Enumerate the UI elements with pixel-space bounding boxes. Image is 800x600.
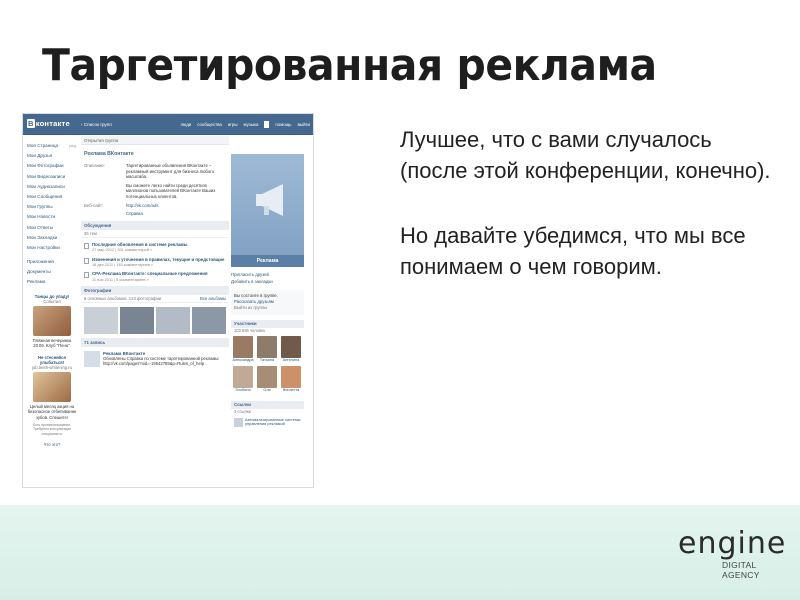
album-thumb[interactable] bbox=[192, 307, 226, 335]
album-thumb[interactable] bbox=[156, 307, 190, 335]
vk-header-bar: Вконтакте ‹ Список групп люди сообщества… bbox=[23, 114, 313, 135]
vk-right-column: Реклама Пригласить друзей Добавить в зак… bbox=[231, 154, 310, 427]
menu-groups[interactable]: Мои Группы bbox=[27, 202, 77, 212]
vk-main-column: Открытая группа Реклама ВКонтакте Описан… bbox=[81, 136, 229, 368]
member-card[interactable]: Виолетта bbox=[279, 365, 303, 393]
members-grid: Александра Татьяна Ангелина Злобина Оля … bbox=[231, 335, 304, 396]
nav-people[interactable]: люди bbox=[180, 122, 191, 128]
slide-title: Таргетированная реклама bbox=[42, 40, 657, 91]
photos-header[interactable]: Фотографии bbox=[81, 286, 229, 296]
menu-ads[interactable]: Реклама bbox=[27, 277, 77, 287]
menu-audio[interactable]: Мои Аудиозаписи bbox=[27, 182, 77, 192]
topic-icon bbox=[84, 242, 89, 249]
member-card[interactable]: Злобина bbox=[231, 365, 255, 393]
info-website: Веб-сайт: http://vk.com/ads bbox=[84, 203, 229, 209]
member-photo bbox=[233, 365, 253, 388]
photos-sub: 8 основных альбомов. 123 фотографии Все а… bbox=[81, 295, 229, 304]
ad-smile-photo bbox=[33, 371, 71, 402]
vk-top-nav: люди сообщества игры музыка помощь выйти bbox=[180, 121, 310, 128]
member-photo bbox=[281, 335, 301, 358]
vk-left-menu: Моя Страница ред. Мои Друзья Мои Фотограф… bbox=[27, 141, 77, 447]
group-poster: Реклама bbox=[231, 154, 304, 267]
group-name: Реклама ВКонтакте bbox=[84, 151, 134, 157]
discussions-header[interactable]: Обсуждения bbox=[81, 220, 229, 230]
link-item[interactable]: Автоматизированные системы управления ре… bbox=[234, 417, 310, 428]
website-link[interactable]: http://vk.com/ads bbox=[126, 203, 226, 209]
menu-apps[interactable]: Приложения bbox=[27, 257, 77, 267]
presentation-slide: Таргетированная реклама Лучшее, что с ва… bbox=[0, 0, 800, 600]
engine-logo: engine DIGITAL AGENCY bbox=[678, 528, 788, 583]
member-card[interactable]: Александра bbox=[231, 335, 255, 363]
add-bookmark-link[interactable]: Добавить в закладки bbox=[231, 279, 310, 286]
member-photo bbox=[257, 335, 277, 358]
ad-block-smile[interactable]: Не стесняйся улыбаться! job.teeth-whiten… bbox=[27, 355, 77, 436]
menu-photos[interactable]: Мои Фотографии bbox=[27, 161, 77, 171]
menu-settings[interactable]: Мои Настройки bbox=[27, 243, 77, 253]
menu-bookmarks[interactable]: Мои Закладки bbox=[27, 233, 77, 243]
ad-party-photo bbox=[33, 305, 71, 336]
vk-logo: Вконтакте bbox=[27, 119, 70, 128]
links-count: 3 ссылки bbox=[234, 408, 251, 414]
member-card[interactable]: Ангелина bbox=[279, 335, 303, 363]
membership-box: Вы состоите в группе. Рассказать друзьям… bbox=[231, 290, 304, 315]
post-avatar[interactable] bbox=[84, 351, 100, 368]
member-photo bbox=[257, 365, 277, 388]
logo-word: engine bbox=[678, 526, 787, 561]
poster-caption: Реклама bbox=[231, 255, 304, 267]
link-thumb-icon bbox=[234, 417, 243, 427]
topic-icon bbox=[84, 272, 89, 279]
topic-item[interactable]: Изменения и уточнения в правилах, текущи… bbox=[84, 257, 229, 268]
member-card[interactable]: Татьяна bbox=[255, 335, 279, 363]
body-paragraph-2: Но давайте убедимся, что мы все понимаем… bbox=[400, 223, 746, 279]
menu-videos[interactable]: Мои Видеозаписи bbox=[27, 172, 77, 182]
topic-icon bbox=[84, 257, 89, 264]
info-description: Описание: Таргетированные объявления ВКо… bbox=[84, 163, 216, 199]
photo-albums-row bbox=[84, 307, 226, 335]
album-thumb[interactable] bbox=[120, 307, 154, 335]
members-header[interactable]: Участники bbox=[231, 319, 304, 328]
leave-group-link[interactable]: Выйти из группы bbox=[234, 305, 301, 311]
logo-subtitle: DIGITAL AGENCY bbox=[722, 560, 760, 580]
help-row: Справка bbox=[84, 211, 229, 217]
menu-answers[interactable]: Мои Ответы bbox=[27, 223, 77, 233]
menu-my-page[interactable]: Моя Страница ред. bbox=[27, 141, 77, 151]
nav-logout[interactable]: выйти bbox=[298, 122, 310, 128]
discussions-count: 36 тем bbox=[81, 230, 229, 238]
nav-communities[interactable]: сообщества bbox=[197, 122, 222, 128]
menu-documents[interactable]: Документы bbox=[27, 267, 77, 277]
all-albums-link[interactable]: Все альбомы bbox=[200, 295, 226, 302]
body-paragraph-1: Лучшее, что с вами случалось (после этой… bbox=[400, 127, 771, 183]
topic-item[interactable]: Последние обновления в системе рекламы 27… bbox=[84, 242, 229, 253]
wall-post: Реклама ВКонтакте Обновлены Справка по си… bbox=[84, 351, 226, 368]
vk-group-screenshot: Вконтакте ‹ Список групп люди сообщества… bbox=[22, 113, 314, 488]
megaphone-icon bbox=[256, 184, 283, 216]
menu-messages[interactable]: Мои Сообщения bbox=[27, 192, 77, 202]
member-photo bbox=[233, 335, 253, 358]
ad-block-party[interactable]: Танцы до упаду! События Пляжная вечеринк… bbox=[27, 294, 77, 349]
menu-edit-link[interactable]: ред. bbox=[69, 141, 77, 151]
help-link[interactable]: Справка bbox=[126, 211, 226, 217]
member-card[interactable]: Оля bbox=[255, 365, 279, 393]
back-to-groups-link[interactable]: ‹ Список групп bbox=[81, 122, 112, 127]
menu-news[interactable]: Мои Новости bbox=[27, 212, 77, 222]
links-header[interactable]: Ссылки bbox=[231, 400, 304, 409]
menu-friends[interactable]: Мои Друзья bbox=[27, 151, 77, 161]
member-photo bbox=[281, 365, 301, 388]
player-icon[interactable] bbox=[264, 121, 270, 128]
breadcrumb: Открытая группа bbox=[81, 136, 229, 145]
wall-header[interactable]: 71 запись bbox=[81, 338, 229, 348]
nav-music[interactable]: музыка bbox=[244, 122, 259, 128]
members-count: 103 936 человек bbox=[234, 327, 266, 333]
topic-item[interactable]: CPA-Реклама ВКонтакте: специальные предл… bbox=[84, 271, 229, 282]
nav-help[interactable]: помощь bbox=[275, 122, 291, 128]
nav-games[interactable]: игры bbox=[228, 122, 238, 128]
ads-what-is-this-link[interactable]: Что это? bbox=[27, 442, 77, 447]
album-thumb[interactable] bbox=[84, 307, 118, 335]
